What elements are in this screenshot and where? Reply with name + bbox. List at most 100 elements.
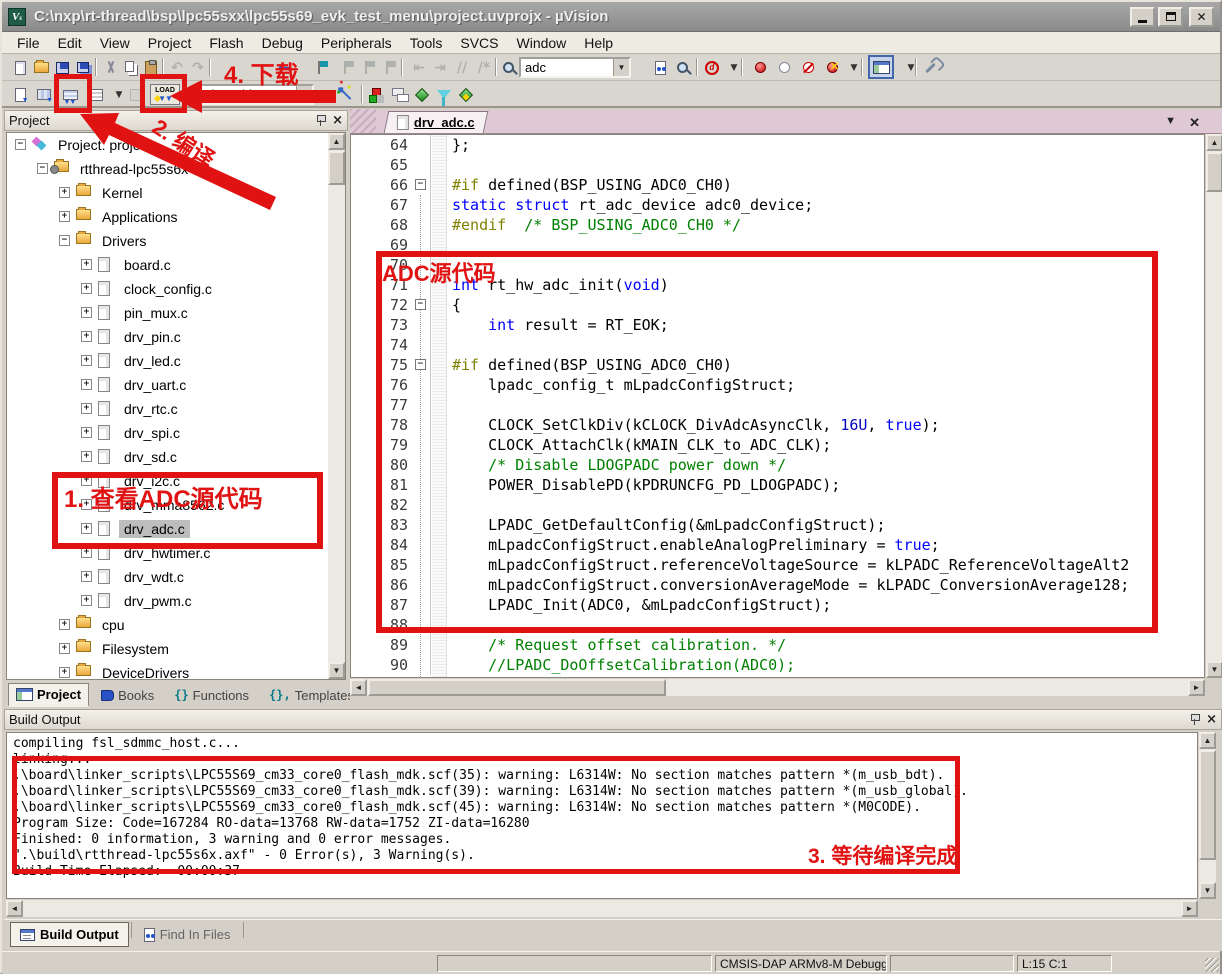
expand-icon[interactable]: + [81,355,92,366]
panel-tab-books[interactable]: Books [93,683,162,707]
manage-rte-icon[interactable] [456,84,476,105]
scroll-right-icon[interactable]: ► [1188,679,1205,696]
close-panel-icon[interactable]: × [1206,713,1217,726]
menu-item-flash[interactable]: Flash [200,32,252,54]
manage-multi-project-icon[interactable] [390,84,410,105]
panel-tab-templates[interactable]: {},Templates [261,683,362,707]
close-button[interactable]: ✕ [1189,7,1214,27]
tree-item-drv-pwm-c[interactable]: +drv_pwm.c [7,589,345,613]
tree-item-drv-pin-c[interactable]: +drv_pin.c [7,325,345,349]
code-line-89[interactable]: 89 /* Request offset calibration. */ [351,635,1204,655]
scroll-down-icon[interactable]: ▼ [1206,661,1222,678]
expand-icon[interactable]: + [81,331,92,342]
tree-item-drv-rtc-c[interactable]: +drv_rtc.c [7,397,345,421]
cut-icon[interactable] [101,57,121,78]
bookmark-toggle-icon[interactable] [312,57,332,78]
incremental-find-icon[interactable] [673,57,693,78]
editor-vertical-scrollbar[interactable]: ▲ ▼ [1206,134,1222,678]
menu-item-peripherals[interactable]: Peripherals [312,32,401,54]
close-panel-icon[interactable]: × [332,114,343,127]
scroll-left-icon[interactable]: ◄ [6,900,23,917]
scroll-left-icon[interactable]: ◄ [350,679,367,696]
expand-icon[interactable]: + [81,427,92,438]
tree-item-drv-led-c[interactable]: +drv_led.c [7,349,345,373]
tree-item-pin-mux-c[interactable]: +pin_mux.c [7,301,345,325]
menu-item-tools[interactable]: Tools [401,32,452,54]
scroll-down-icon[interactable]: ▼ [1199,882,1216,899]
menu-item-view[interactable]: View [91,32,139,54]
collapse-icon[interactable]: − [59,235,70,246]
build-icon[interactable] [34,84,54,105]
menu-item-edit[interactable]: Edit [49,32,91,54]
bookmark-next-icon[interactable] [359,57,379,78]
tree-item-rtthread-lpc55s6x[interactable]: −rtthread-lpc55s6x [7,157,345,181]
window-layout-menu-icon[interactable]: ▼ [901,57,921,78]
tree-item-filesystem[interactable]: +Filesystem [7,637,345,661]
expand-icon[interactable]: + [59,211,70,222]
expand-icon[interactable]: + [81,571,92,582]
search-combobox-dropdown-icon[interactable]: ▼ [613,59,629,76]
code-line-65[interactable]: 65 [351,155,1204,175]
pin-icon[interactable] [1189,713,1200,726]
menu-item-svcs[interactable]: SVCS [451,32,507,54]
expand-icon[interactable]: + [59,667,70,678]
tree-item-drv-sd-c[interactable]: +drv_sd.c [7,445,345,469]
expand-icon[interactable]: + [59,187,70,198]
tree-item-devicedrivers[interactable]: +DeviceDrivers [7,661,345,680]
bottom-tab-build-output[interactable]: Build Output [10,922,129,947]
copy-icon[interactable] [121,57,141,78]
search-combobox[interactable]: adc▼ [519,57,631,78]
expand-icon[interactable]: + [81,595,92,606]
expand-icon[interactable]: + [81,379,92,390]
collapse-icon[interactable]: − [37,163,48,174]
tree-item-drv-uart-c[interactable]: +drv_uart.c [7,373,345,397]
editor-horizontal-scrollbar[interactable]: ◄ ► [350,679,1205,696]
tree-item-drivers[interactable]: −Drivers [7,229,345,253]
minimize-button[interactable] [1130,7,1155,27]
uncomment-icon[interactable]: /* [474,57,494,78]
scroll-up-icon[interactable]: ▲ [328,133,345,150]
scrollbar-thumb[interactable] [328,151,345,185]
indent-icon[interactable]: ⇥ [430,57,450,78]
fold-collapse-icon[interactable]: − [415,179,426,190]
debug-menu-icon[interactable]: ▼ [724,57,744,78]
configure-icon[interactable] [920,57,940,78]
find-in-files-icon[interactable] [650,57,670,78]
pack-installer-icon[interactable] [434,84,454,105]
translate-icon[interactable] [10,84,30,105]
debug-session-icon[interactable]: d [702,57,722,78]
breakpoint-disable-icon[interactable] [798,57,818,78]
code-line-90[interactable]: 90 //LPADC_DoOffsetCalibration(ADC0); [351,655,1204,675]
close-document-icon[interactable]: ✕ [1189,115,1200,131]
expand-icon[interactable]: + [81,259,92,270]
editor-tab-drv-adc[interactable]: drv_adc.c [384,111,488,133]
tree-item-clock-config-c[interactable]: +clock_config.c [7,277,345,301]
scroll-up-icon[interactable]: ▲ [1199,732,1216,749]
scroll-up-icon[interactable]: ▲ [1206,134,1222,151]
tree-item-cpu[interactable]: +cpu [7,613,345,637]
expand-icon[interactable]: + [81,283,92,294]
scrollbar-thumb[interactable] [1206,152,1222,192]
configure-find-icon[interactable] [499,57,519,78]
tree-item-board-c[interactable]: +board.c [7,253,345,277]
tree-item-kernel[interactable]: +Kernel [7,181,345,205]
scrollbar-thumb[interactable] [368,679,666,696]
menu-item-help[interactable]: Help [575,32,622,54]
menu-item-project[interactable]: Project [139,32,201,54]
code-line-68[interactable]: 68#endif /* BSP_USING_ADC0_CH0 */ [351,215,1204,235]
new-file-icon[interactable] [10,57,30,78]
expand-icon[interactable]: + [59,643,70,654]
open-file-icon[interactable] [31,57,51,78]
select-software-packs-icon[interactable] [412,84,432,105]
tree-item-drv-spi-c[interactable]: +drv_spi.c [7,421,345,445]
menu-item-file[interactable]: File [8,32,49,54]
build-vertical-scrollbar[interactable]: ▲ ▼ [1199,732,1216,899]
tree-item-applications[interactable]: +Applications [7,205,345,229]
bottom-tab-find-in-files[interactable]: Find In Files [134,922,241,947]
menu-item-window[interactable]: Window [508,32,576,54]
collapse-icon[interactable]: − [15,139,26,150]
outdent-icon[interactable]: ⇤ [409,57,429,78]
breakpoint-menu-icon[interactable]: ▼ [844,57,864,78]
manage-project-items-icon[interactable] [366,84,386,105]
breakpoint-toggle-icon[interactable] [750,57,770,78]
